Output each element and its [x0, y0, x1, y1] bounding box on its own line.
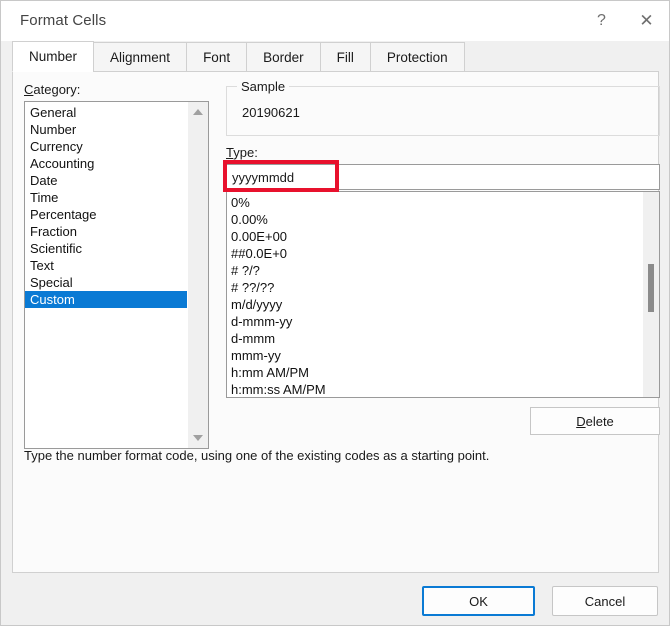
type-listbox[interactable]: 0% 0.00% 0.00E+00 ##0.0E+0 # ?/? # ??/??… [226, 191, 660, 398]
close-icon[interactable]: ✕ [624, 1, 669, 41]
tab-fill[interactable]: Fill [319, 42, 371, 72]
category-item-number[interactable]: Number [25, 121, 187, 138]
category-item-currency[interactable]: Currency [25, 138, 187, 155]
tab-protection[interactable]: Protection [369, 42, 465, 72]
category-item-list: General Number Currency Accounting Date … [25, 104, 187, 308]
category-listbox[interactable]: General Number Currency Accounting Date … [24, 101, 209, 449]
category-scrollbar[interactable] [187, 102, 208, 448]
number-tab-panel: Category: General Number Currency Accoun… [12, 72, 660, 573]
type-item-8[interactable]: d-mmm [227, 330, 642, 347]
category-item-date[interactable]: Date [25, 172, 187, 189]
category-item-time[interactable]: Time [25, 189, 187, 206]
type-item-11[interactable]: h:mm:ss AM/PM [227, 381, 642, 397]
triangle-down-icon[interactable] [188, 429, 208, 447]
type-item-0[interactable]: 0% [227, 194, 642, 211]
delete-button[interactable]: Delete [530, 407, 660, 435]
tab-border[interactable]: Border [246, 42, 321, 72]
category-label: Category: [24, 82, 81, 97]
category-item-scientific[interactable]: Scientific [25, 240, 187, 257]
tab-strip: Number Alignment Font Border Fill Protec… [12, 41, 659, 72]
tab-number[interactable]: Number [12, 41, 95, 72]
category-item-accounting[interactable]: Accounting [25, 155, 187, 172]
category-item-special[interactable]: Special [25, 274, 187, 291]
type-item-3[interactable]: ##0.0E+0 [227, 245, 642, 262]
dialog-title: Format Cells [20, 12, 107, 29]
type-item-10[interactable]: h:mm AM/PM [227, 364, 642, 381]
type-label: Type: [226, 145, 258, 160]
type-list-scrollbar[interactable] [643, 192, 659, 397]
type-item-2[interactable]: 0.00E+00 [227, 228, 642, 245]
dialog-footer: OK Cancel [1, 573, 669, 625]
triangle-up-icon[interactable] [188, 103, 208, 121]
format-cells-dialog: Format Cells ? ✕ Number Alignment Font B… [0, 0, 670, 626]
title-bar: Format Cells ? ✕ [1, 1, 669, 41]
sample-groupbox: Sample 20190621 [226, 79, 660, 136]
type-item-9[interactable]: mmm-yy [227, 347, 642, 364]
ok-button[interactable]: OK [422, 586, 535, 616]
category-item-general[interactable]: General [25, 104, 187, 121]
help-icon[interactable]: ? [579, 1, 624, 41]
description-text: Type the number format code, using one o… [24, 448, 490, 463]
type-item-1[interactable]: 0.00% [227, 211, 642, 228]
type-item-list: 0% 0.00% 0.00E+00 ##0.0E+0 # ?/? # ??/??… [227, 194, 642, 397]
category-item-fraction[interactable]: Fraction [25, 223, 187, 240]
type-item-7[interactable]: d-mmm-yy [227, 313, 642, 330]
sample-value: 20190621 [242, 105, 300, 120]
type-item-6[interactable]: m/d/yyyy [227, 296, 642, 313]
title-bar-buttons: ? ✕ [579, 1, 669, 41]
category-item-percentage[interactable]: Percentage [25, 206, 187, 223]
type-item-5[interactable]: # ??/?? [227, 279, 642, 296]
type-input[interactable] [226, 164, 660, 190]
type-list-scrollbar-thumb[interactable] [648, 264, 654, 312]
type-item-4[interactable]: # ?/? [227, 262, 642, 279]
sample-legend: Sample [237, 79, 290, 94]
cancel-button[interactable]: Cancel [552, 586, 658, 616]
tab-alignment[interactable]: Alignment [93, 42, 188, 72]
category-item-custom[interactable]: Custom [25, 291, 187, 308]
tab-font[interactable]: Font [186, 42, 248, 72]
category-item-text[interactable]: Text [25, 257, 187, 274]
